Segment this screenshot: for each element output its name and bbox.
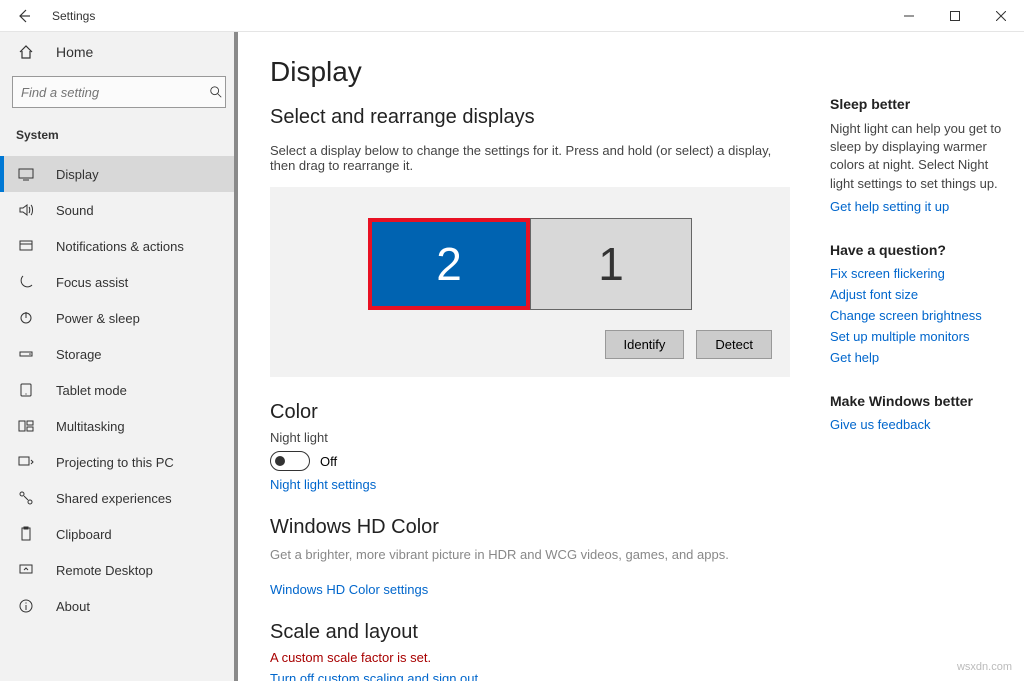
hd-color-settings-link[interactable]: Windows HD Color settings	[270, 582, 428, 597]
multitask-icon	[16, 418, 36, 434]
home-button[interactable]: Home	[0, 32, 238, 72]
nav-label: Focus assist	[56, 275, 128, 290]
arrange-heading: Select and rearrange displays	[270, 106, 782, 129]
arrange-description: Select a display below to change the set…	[270, 143, 782, 173]
link-multiple-monitors[interactable]: Set up multiple monitors	[830, 329, 1008, 344]
titlebar: Settings	[0, 0, 1024, 32]
sleep-help-link[interactable]: Get help setting it up	[830, 199, 1008, 214]
back-button[interactable]	[0, 0, 48, 32]
nav-sound[interactable]: Sound	[0, 192, 238, 228]
nav-label: Projecting to this PC	[56, 455, 174, 470]
link-get-help[interactable]: Get help	[830, 350, 1008, 365]
night-light-settings-link[interactable]: Night light settings	[270, 477, 376, 492]
main-content: Display Select and rearrange displays Se…	[238, 32, 814, 681]
sidebar-scrollbar[interactable]	[234, 32, 238, 681]
storage-icon	[16, 346, 36, 362]
clipboard-icon	[16, 526, 36, 542]
detect-button[interactable]: Detect	[696, 330, 772, 359]
maximize-button[interactable]	[932, 0, 978, 32]
night-light-label: Night light	[270, 430, 782, 445]
nav-label: Display	[56, 167, 99, 182]
page-title: Display	[270, 56, 782, 88]
minimize-button[interactable]	[886, 0, 932, 32]
nav-focus-assist[interactable]: Focus assist	[0, 264, 238, 300]
about-icon	[16, 598, 36, 614]
sleep-heading: Sleep better	[830, 96, 1008, 112]
nav-about[interactable]: About	[0, 588, 238, 624]
display-icon	[16, 166, 36, 182]
watermark: wsxdn.com	[957, 661, 1012, 673]
focus-icon	[16, 274, 36, 290]
nav-projecting[interactable]: Projecting to this PC	[0, 444, 238, 480]
nav-label: Remote Desktop	[56, 563, 153, 578]
night-light-state: Off	[320, 454, 337, 469]
display-2[interactable]: 2	[368, 218, 530, 310]
night-light-toggle[interactable]	[270, 451, 310, 471]
nav-label: About	[56, 599, 90, 614]
search-box[interactable]	[12, 76, 226, 108]
sound-icon	[16, 202, 36, 218]
home-icon	[16, 44, 36, 60]
sidebar: Home System Display Sound Notifications …	[0, 32, 238, 681]
link-fix-flickering[interactable]: Fix screen flickering	[830, 266, 1008, 281]
nav-label: Notifications & actions	[56, 239, 184, 254]
nav-label: Multitasking	[56, 419, 125, 434]
shared-icon	[16, 490, 36, 506]
hd-color-heading: Windows HD Color	[270, 516, 782, 539]
nav-label: Tablet mode	[56, 383, 127, 398]
window-title: Settings	[52, 9, 95, 23]
search-input[interactable]	[13, 85, 207, 100]
arrow-left-icon	[16, 8, 32, 24]
nav-label: Storage	[56, 347, 102, 362]
minimize-icon	[904, 11, 914, 21]
power-icon	[16, 310, 36, 326]
sidebar-section: System	[0, 120, 238, 150]
display-1[interactable]: 1	[530, 218, 692, 310]
scale-warning: A custom scale factor is set.	[270, 650, 782, 665]
link-adjust-font[interactable]: Adjust font size	[830, 287, 1008, 302]
scale-heading: Scale and layout	[270, 621, 782, 644]
close-icon	[996, 11, 1006, 21]
question-heading: Have a question?	[830, 242, 1008, 258]
nav-power-sleep[interactable]: Power & sleep	[0, 300, 238, 336]
nav-display[interactable]: Display	[0, 156, 238, 192]
feedback-link[interactable]: Give us feedback	[830, 417, 1008, 432]
color-heading: Color	[270, 401, 782, 424]
nav-label: Power & sleep	[56, 311, 140, 326]
display-arrangement-box: 2 1 Identify Detect	[270, 187, 790, 377]
scale-turnoff-link[interactable]: Turn off custom scaling and sign out	[270, 671, 478, 681]
nav-multitasking[interactable]: Multitasking	[0, 408, 238, 444]
home-label: Home	[56, 44, 93, 60]
nav-label: Shared experiences	[56, 491, 172, 506]
right-pane: Sleep better Night light can help you ge…	[814, 32, 1024, 681]
feedback-heading: Make Windows better	[830, 393, 1008, 409]
nav-notifications[interactable]: Notifications & actions	[0, 228, 238, 264]
project-icon	[16, 454, 36, 470]
nav-clipboard[interactable]: Clipboard	[0, 516, 238, 552]
maximize-icon	[950, 11, 960, 21]
close-button[interactable]	[978, 0, 1024, 32]
identify-button[interactable]: Identify	[605, 330, 685, 359]
notifications-icon	[16, 238, 36, 254]
nav-tablet-mode[interactable]: Tablet mode	[0, 372, 238, 408]
nav-remote-desktop[interactable]: Remote Desktop	[0, 552, 238, 588]
search-icon	[207, 85, 225, 99]
sleep-text: Night light can help you get to sleep by…	[830, 120, 1008, 193]
nav-storage[interactable]: Storage	[0, 336, 238, 372]
nav-label: Sound	[56, 203, 94, 218]
tablet-icon	[16, 382, 36, 398]
nav-shared[interactable]: Shared experiences	[0, 480, 238, 516]
nav-label: Clipboard	[56, 527, 112, 542]
link-brightness[interactable]: Change screen brightness	[830, 308, 1008, 323]
remote-icon	[16, 562, 36, 578]
hd-color-description: Get a brighter, more vibrant picture in …	[270, 547, 782, 562]
